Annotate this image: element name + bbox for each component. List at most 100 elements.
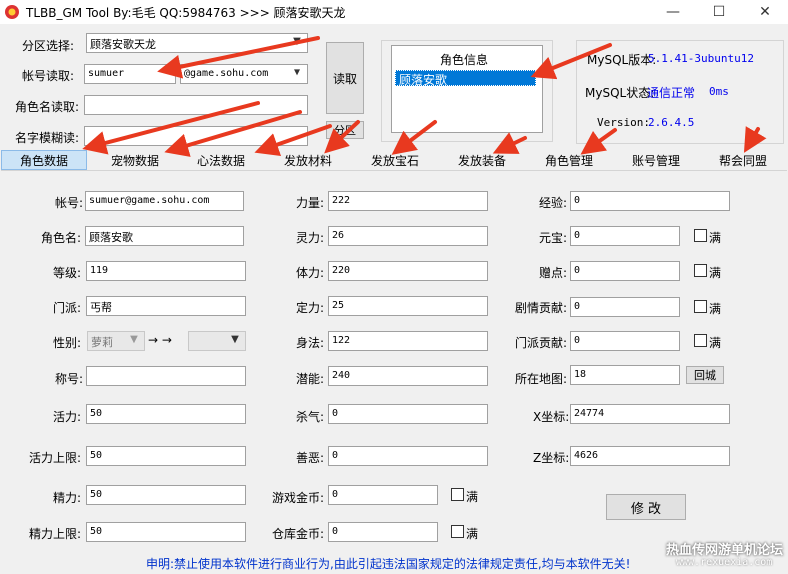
server-select[interactable]: 顾落安歌天龙 ▼ [86, 33, 308, 53]
server-label: 分区选择: [22, 39, 75, 53]
yuanbao-full-checkbox[interactable] [694, 229, 707, 242]
version-label: Version: [597, 116, 650, 129]
gender-select-value: 萝莉 [91, 336, 113, 349]
game-gold-full-checkbox[interactable] [451, 488, 464, 501]
col3-sect-contrib-input[interactable]: 0 [570, 331, 680, 351]
col1-energy-input[interactable]: 50 [86, 485, 246, 505]
col2-morality-input[interactable]: 0 [328, 446, 488, 466]
col3-yuanbao-input[interactable]: 0 [570, 226, 680, 246]
window-title: TLBB_GM Tool By:毛毛 QQ:5984763 >>> 顾落安歌天龙 [26, 6, 346, 20]
col3-yuanbao-label: 元宝: [539, 231, 568, 245]
col2-spirit-label: 灵力: [296, 231, 325, 245]
read-button[interactable]: 读取 [326, 42, 364, 114]
tab-give-equipment[interactable]: 发放装备 [447, 150, 517, 170]
domain-select[interactable]: @game.sohu.com ▼ [180, 64, 308, 84]
col1-rolename-input[interactable]: 顾落安歌 [85, 226, 244, 246]
col2-agility-input[interactable]: 122 [328, 331, 488, 351]
bank-gold-full-label: 满 [466, 527, 479, 541]
tab-pet-data[interactable]: 宠物数据 [100, 150, 170, 170]
account-label: 帐号读取: [22, 69, 75, 83]
col2-strength-label: 力量: [296, 196, 325, 210]
col1-rolename-label: 角色名: [41, 231, 82, 245]
return-city-button[interactable]: 回城 [686, 366, 724, 384]
col1-title-input[interactable] [86, 366, 246, 386]
gift-full-checkbox[interactable] [694, 264, 707, 277]
tab-give-gem[interactable]: 发放宝石 [360, 150, 430, 170]
yuanbao-full-label: 满 [709, 231, 722, 245]
col2-strength-input[interactable]: 222 [328, 191, 488, 211]
footer-notice: 申明:禁止使用本软件进行商业行为,由此引起违法国家规定的法律规定责任,均与本软件… [146, 557, 631, 571]
tab-role-data[interactable]: 角色数据 [1, 150, 87, 170]
col3-z-input[interactable]: 4626 [570, 446, 730, 466]
watermark-text: 热血传网游单机论坛 [666, 543, 784, 558]
col2-agility-label: 身法: [296, 336, 325, 350]
col1-sect-input[interactable]: 丐帮 [86, 296, 246, 316]
role-read-label: 角色名读取: [15, 100, 80, 114]
tab-role-manage[interactable]: 角色管理 [534, 150, 604, 170]
gender-arrow: → → [148, 333, 172, 347]
fuzzy-label: 名字模糊读: [15, 131, 80, 145]
col3-story-label: 剧情贡献: [515, 301, 568, 315]
fuzzy-input[interactable] [84, 126, 308, 146]
gender-label: 性别: [53, 336, 82, 350]
col1-level-input[interactable]: 119 [86, 261, 246, 281]
col2-game-gold-input[interactable]: 0 [328, 485, 438, 505]
story-full-checkbox[interactable] [694, 300, 707, 313]
close-icon[interactable]: ✕ [742, 0, 788, 24]
story-full-label: 满 [709, 302, 722, 316]
col1-energy-max-input[interactable]: 50 [86, 522, 246, 542]
zone-button[interactable]: 分区 [326, 121, 364, 139]
tab-divider [1, 170, 787, 171]
gender-select[interactable]: 萝莉 ▼ [87, 331, 145, 351]
col1-account-input[interactable]: sumuer@game.sohu.com [85, 191, 244, 211]
chevron-down-icon: ▼ [130, 334, 138, 345]
col2-focus-input[interactable]: 25 [328, 296, 488, 316]
col2-killing-label: 杀气: [296, 410, 325, 424]
mysql-status-ms: 0ms [709, 85, 729, 98]
col1-title-label: 称号: [55, 372, 84, 386]
watermark-url: www.rexuexia.com [676, 557, 773, 568]
col3-map-label: 所在地图: [515, 372, 568, 386]
sect-contrib-full-checkbox[interactable] [694, 334, 707, 347]
sect-contrib-full-label: 满 [709, 336, 722, 350]
role-read-input[interactable] [84, 95, 308, 115]
col2-stamina-input[interactable]: 220 [328, 261, 488, 281]
col2-focus-label: 定力: [296, 301, 325, 315]
col1-vigor-max-input[interactable]: 50 [86, 446, 246, 466]
version-value: 2.6.4.5 [648, 116, 695, 129]
tab-xinfa-data[interactable]: 心法数据 [186, 150, 256, 170]
col1-vigor-max-label: 活力上限: [29, 451, 82, 465]
modify-button[interactable]: 修 改 [606, 494, 686, 520]
tab-give-material[interactable]: 发放材料 [273, 150, 343, 170]
col2-spirit-input[interactable]: 26 [328, 226, 488, 246]
account-input[interactable]: sumuer [84, 64, 176, 84]
role-info-item[interactable]: 顾落安歌 [395, 70, 536, 87]
maximize-icon[interactable]: ☐ [696, 0, 742, 24]
col1-energy-label: 精力: [53, 491, 82, 505]
tab-guild-alliance[interactable]: 帮会同盟 [708, 150, 778, 170]
col1-vigor-label: 活力: [53, 410, 82, 424]
col3-gift-input[interactable]: 0 [570, 261, 680, 281]
col3-exp-label: 经验: [539, 196, 568, 210]
role-info-header: 角色信息 [440, 53, 489, 67]
col3-sect-contrib-label: 门派贡献: [515, 336, 568, 350]
col3-x-input[interactable]: 24774 [570, 404, 730, 424]
bank-gold-full-checkbox[interactable] [451, 525, 464, 538]
mysql-version-value: 5.1.41-3ubuntu12 [648, 52, 754, 65]
col3-map-input[interactable]: 18 [570, 365, 680, 385]
tab-account-manage[interactable]: 账号管理 [621, 150, 691, 170]
minimize-icon[interactable]: — [650, 0, 696, 24]
col3-z-label: Z坐标: [533, 451, 570, 465]
col2-potential-input[interactable]: 240 [328, 366, 488, 386]
col2-killing-input[interactable]: 0 [328, 404, 488, 424]
col2-game-gold-label: 游戏金币: [272, 491, 325, 505]
app-icon [5, 5, 19, 19]
col3-exp-input[interactable]: 0 [570, 191, 730, 211]
col3-x-label: X坐标: [533, 410, 570, 424]
gender-target-select[interactable]: ▼ [188, 331, 246, 351]
domain-select-value: @game.sohu.com [184, 68, 269, 79]
col1-vigor-input[interactable]: 50 [86, 404, 246, 424]
col2-bank-gold-input[interactable]: 0 [328, 522, 438, 542]
col3-story-input[interactable]: 0 [570, 297, 680, 317]
chevron-down-icon: ▼ [293, 36, 301, 47]
